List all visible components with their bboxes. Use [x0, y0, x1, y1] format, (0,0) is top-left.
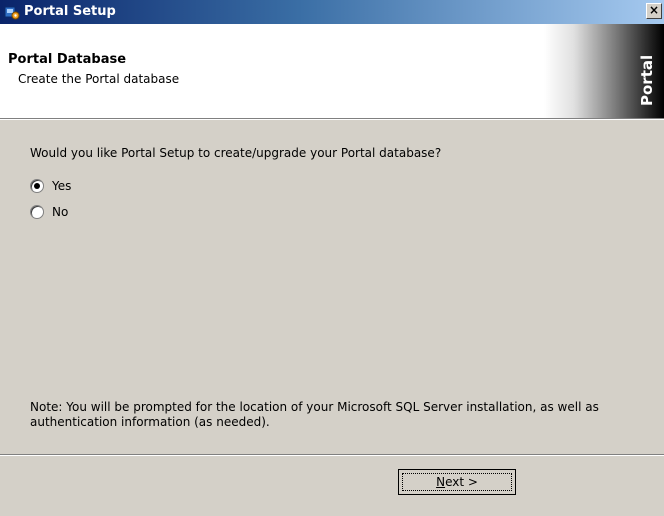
wizard-header: Portal Database Create the Portal databa… — [0, 24, 664, 118]
header-divider — [0, 118, 664, 120]
close-button[interactable]: × — [646, 3, 662, 19]
setup-app-icon — [4, 6, 20, 20]
page-subtitle: Create the Portal database — [18, 72, 180, 86]
focus-ring — [402, 473, 512, 491]
question-text: Would you like Portal Setup to create/up… — [30, 146, 442, 160]
radio-label-yes[interactable]: Yes — [52, 179, 71, 193]
note-text: Note: You will be prompted for the locat… — [30, 400, 599, 429]
radio-option-yes[interactable]: Yes — [30, 178, 71, 194]
radio-option-no[interactable]: No — [30, 204, 68, 220]
setup-window: Portal Setup × Portal Database Create th… — [0, 0, 664, 516]
radio-label-no[interactable]: No — [52, 205, 68, 219]
window-title: Portal Setup — [24, 4, 116, 19]
title-bar[interactable]: Portal Setup × — [0, 0, 664, 24]
next-button[interactable]: Next > — [398, 469, 516, 495]
footer-divider — [0, 454, 664, 456]
close-icon: × — [648, 3, 660, 17]
radio-button-no[interactable] — [30, 205, 44, 219]
page-title: Portal Database — [8, 52, 127, 67]
radio-button-yes[interactable] — [30, 179, 44, 193]
banner-text: Portal — [638, 54, 656, 106]
